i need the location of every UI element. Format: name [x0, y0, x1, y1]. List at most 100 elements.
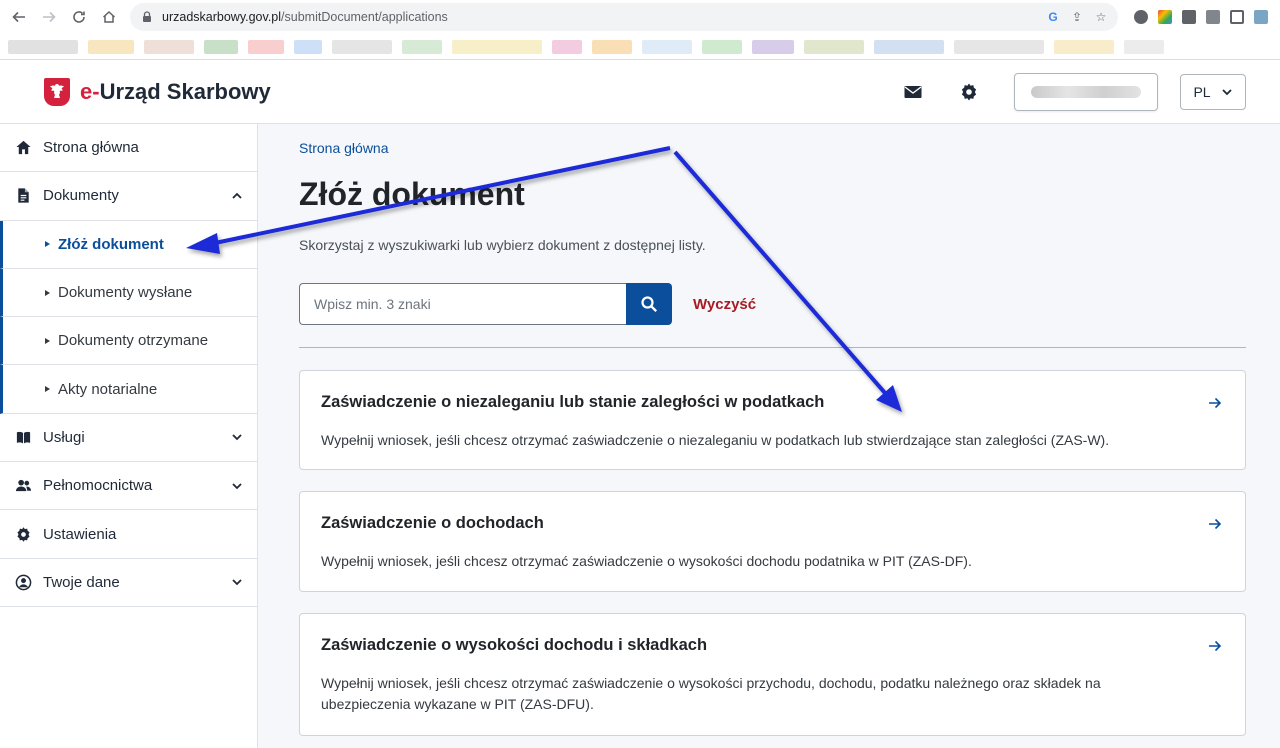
arrow-right-icon: [1209, 518, 1222, 530]
browser-chrome: urzadskarbowy.gov.pl/submitDocument/appl…: [0, 0, 1280, 60]
profile-icon[interactable]: [1254, 10, 1268, 24]
extension-icon[interactable]: [1158, 10, 1172, 24]
chevron-down-icon: [1221, 88, 1232, 95]
sidebar-subitem-submit-document[interactable]: Złóż dokument: [0, 220, 257, 269]
sidebar-subitem-label: Złóż dokument: [58, 235, 164, 253]
bullet-icon: [45, 241, 50, 248]
sidebar-subitem-label: Akty notarialne: [58, 380, 158, 398]
home-icon[interactable]: [96, 4, 122, 30]
chevron-down-icon: [232, 434, 242, 441]
site-logo[interactable]: e-Urząd Skarbowy: [44, 77, 271, 106]
sidebar-subitem-sent-documents[interactable]: Dokumenty wysłane: [0, 268, 257, 318]
sidebar-item-label: Twoje dane: [43, 573, 120, 591]
sidebar-subitem-label: Dokumenty wysłane: [58, 284, 193, 302]
eagle-emblem-icon: [44, 77, 70, 106]
page-subtitle: Skorzystaj z wyszukiwarki lub wybierz do…: [299, 237, 706, 253]
arrow-right-icon: [1209, 640, 1222, 652]
bookmark-item[interactable]: [552, 39, 582, 54]
forward-icon[interactable]: [36, 4, 62, 30]
home-icon: [14, 139, 32, 157]
clear-button[interactable]: Wyczyść: [693, 296, 756, 313]
document-card-zas-df[interactable]: Zaświadczenie o dochodach Wypełnij wnios…: [299, 491, 1246, 592]
bullet-icon: [45, 337, 50, 344]
brand-prefix: e-: [80, 78, 100, 104]
document-card-zas-w[interactable]: Zaświadczenie o niezaleganiu lub stanie …: [299, 370, 1246, 470]
chevron-down-icon: [232, 483, 242, 489]
sidebar-subitem-notarial-acts[interactable]: Akty notarialne: [0, 365, 257, 414]
card-description: Wypełnij wniosek, jeśli chcesz otrzymać …: [321, 675, 1101, 712]
document-card-zas-dfu[interactable]: Zaświadczenie o wysokości dochodu i skła…: [299, 613, 1246, 736]
url-path: /submitDocument/applications: [281, 10, 448, 24]
bookmark-item[interactable]: [248, 39, 284, 54]
url-text: urzadskarbowy.gov.pl/submitDocument/appl…: [162, 10, 448, 24]
bookmark-item[interactable]: [804, 39, 864, 54]
card-description: Wypełnij wniosek, jeśli chcesz otrzymać …: [321, 432, 1110, 448]
sidebar-item-powers-of-attorney[interactable]: Pełnomocnictwa: [0, 462, 257, 511]
sidebar-item-home[interactable]: Strona główna: [0, 124, 257, 173]
sidebar-item-documents[interactable]: Dokumenty: [0, 172, 257, 221]
extension-icon[interactable]: [1134, 10, 1148, 24]
url-domain: urzadskarbowy.gov.pl: [162, 10, 282, 24]
users-icon: [14, 477, 32, 495]
breadcrumb[interactable]: Strona główna: [299, 140, 389, 156]
sidebar-item-label: Usługi: [43, 428, 85, 446]
brand-title: Urząd Skarbowy: [99, 78, 271, 104]
back-icon[interactable]: [6, 4, 32, 30]
search-input[interactable]: [299, 283, 626, 325]
bookmark-item[interactable]: [752, 39, 794, 54]
bookmark-item[interactable]: [402, 39, 442, 54]
chevron-down-icon: [232, 579, 242, 586]
bookmark-item[interactable]: [874, 39, 944, 54]
sidebar: Strona główna Dokumenty Złóż dokument Do…: [0, 124, 258, 748]
sidebar-subitem-received-documents[interactable]: Dokumenty otrzymane: [0, 317, 257, 366]
address-bar-actions: G ⇪ ☆: [1046, 10, 1108, 24]
bookmark-item[interactable]: [954, 39, 1044, 54]
search-form: [299, 283, 672, 325]
chevron-up-icon: [232, 192, 242, 199]
reload-icon[interactable]: [66, 4, 92, 30]
bookmark-item[interactable]: [452, 39, 542, 54]
card-description: Wypełnij wniosek, jeśli chcesz otrzymać …: [321, 553, 972, 569]
bookmark-item[interactable]: [8, 39, 78, 54]
gear-icon[interactable]: [958, 81, 980, 103]
user-circle-icon: [14, 573, 32, 591]
blurred-user-name: [1031, 85, 1141, 98]
language-label: PL: [1193, 83, 1211, 100]
bookmark-item[interactable]: [1124, 39, 1164, 54]
extensions: [1122, 10, 1274, 24]
bookmark-item[interactable]: [204, 39, 238, 54]
main-content: Strona główna Złóż dokument Skorzystaj z…: [258, 124, 1280, 748]
bookmark-item[interactable]: [642, 39, 692, 54]
sidebar-item-label: Dokumenty: [43, 187, 119, 205]
star-icon[interactable]: ☆: [1094, 10, 1108, 24]
page-title: Złóż dokument: [299, 176, 525, 212]
bookmark-item[interactable]: [88, 39, 134, 54]
sidebar-item-your-data[interactable]: Twoje dane: [0, 559, 257, 607]
bookmark-item[interactable]: [702, 39, 742, 54]
lock-icon: [143, 11, 151, 22]
mail-icon[interactable]: [902, 81, 924, 103]
share-icon[interactable]: ⇪: [1070, 10, 1084, 24]
bookmark-item[interactable]: [332, 39, 392, 54]
document-icon: [14, 187, 32, 205]
header-actions: PL: [902, 72, 1246, 111]
sidebar-item-settings[interactable]: Ustawienia: [0, 510, 257, 559]
address-bar[interactable]: urzadskarbowy.gov.pl/submitDocument/appl…: [130, 3, 1118, 31]
bullet-icon: [45, 386, 50, 393]
divider: [299, 347, 1246, 348]
language-select[interactable]: PL: [1180, 73, 1246, 110]
sidepanel-icon[interactable]: [1230, 10, 1244, 24]
sidebar-item-services[interactable]: Usługi: [0, 414, 257, 463]
search-button[interactable]: [626, 283, 672, 325]
google-icon[interactable]: G: [1046, 10, 1060, 24]
bookmark-item[interactable]: [144, 39, 194, 54]
arrow-right-icon: [1209, 397, 1222, 409]
bookmark-item[interactable]: [592, 39, 632, 54]
user-account-button[interactable]: [1014, 72, 1158, 111]
bookmark-item[interactable]: [1054, 39, 1114, 54]
bookmark-item[interactable]: [294, 39, 322, 54]
sidebar-subitem-label: Dokumenty otrzymane: [58, 332, 209, 350]
reading-list-icon[interactable]: [1206, 10, 1220, 24]
puzzle-icon[interactable]: [1182, 10, 1196, 24]
gear-icon: [14, 525, 32, 543]
